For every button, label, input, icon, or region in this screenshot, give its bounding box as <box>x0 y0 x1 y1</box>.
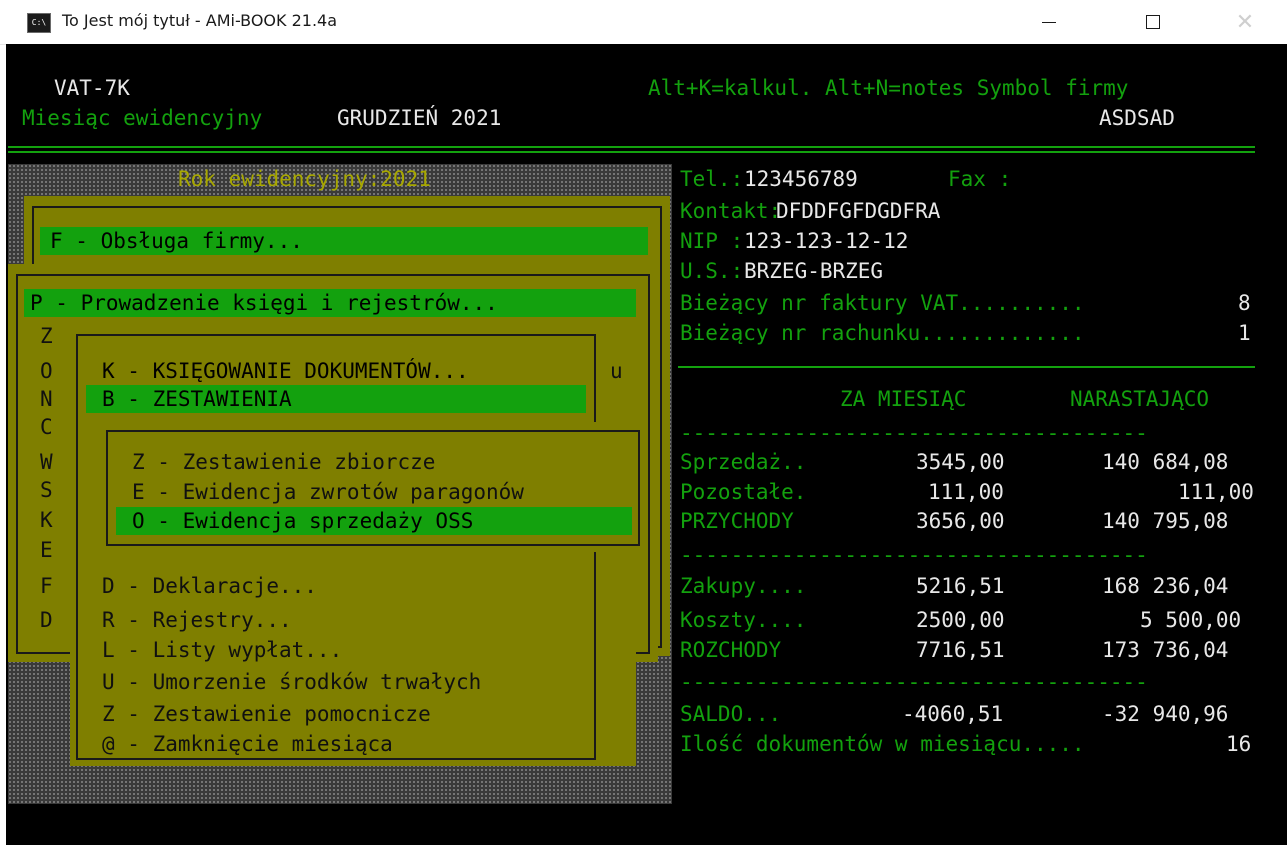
row-label-saldo: SALDO... <box>680 702 782 726</box>
tel-label: Tel.: <box>680 167 744 191</box>
bill-number-value: 1 <box>1238 321 1251 345</box>
row-month-koszty: 2500,00 <box>916 608 1005 632</box>
us-label: U.S.: <box>680 259 744 283</box>
row-label-sprzedaz: Sprzedaż.. <box>680 450 807 474</box>
invoice-number-value: 8 <box>1238 291 1251 315</box>
row-label-przychody: PRZYCHODY <box>680 509 794 533</box>
company-symbol: ASDSAD <box>1099 106 1175 130</box>
tel-value: 123456789 <box>744 167 858 191</box>
menu-letter-d[interactable]: D <box>40 606 53 634</box>
row-cum-rozchody: 173 736,04 <box>1102 638 1229 662</box>
menu-item-umorzenie[interactable]: U - Umorzenie środków trwałych <box>102 668 481 696</box>
menu-letter-f[interactable]: F <box>40 572 53 600</box>
window-title: To Jest mój tytuł - AMi-BOOK 21.4a <box>62 11 338 30</box>
row-cum-przychody: 140 795,08 <box>1102 509 1229 533</box>
menu-item-obsluga-firmy[interactable]: F - Obsługa firmy... <box>50 227 303 255</box>
row-month-sprzedaz: 3545,00 <box>916 450 1005 474</box>
column-header-month: ZA MIESIĄC <box>840 387 967 411</box>
row-cum-sprzedaz: 140 684,08 <box>1102 450 1229 474</box>
menu-letter-s[interactable]: S <box>40 476 53 504</box>
separator-line: ------------------------------------- <box>680 421 1148 445</box>
menu-letter-u: u <box>610 359 623 383</box>
column-header-cumulative: NARASTAJĄCO <box>1070 387 1210 411</box>
nip-label: NIP : <box>680 229 744 253</box>
menu-item-zestawienie-pomocnicze[interactable]: Z - Zestawienie pomocnicze <box>102 700 431 728</box>
month-value: GRUDZIEŃ 2021 <box>337 106 502 130</box>
us-value: BRZEG-BRZEG <box>744 259 884 283</box>
console-window: VAT-7K Alt+K=kalkul. Alt+N=notes Symbol … <box>6 44 1287 845</box>
console-app-icon[interactable]: C:\ <box>27 13 51 33</box>
contact-value: DFDDFGFDGDFRA <box>776 199 941 223</box>
row-month-pozostale: 111,00 <box>928 480 1004 504</box>
row-label-koszty: Koszty.... <box>680 608 807 632</box>
nip-value: 123-123-12-12 <box>744 229 909 253</box>
menu-item-zestawienie-zbiorcze[interactable]: Z - Zestawienie zbiorcze <box>132 448 435 476</box>
row-cum-zakupy: 168 236,04 <box>1102 574 1229 598</box>
row-month-zakupy: 5216,51 <box>916 574 1005 598</box>
menu-letter-c[interactable]: C <box>40 413 53 441</box>
month-label: Miesiąc ewidencyjny <box>22 106 263 130</box>
separator-line: ------------------------------------- <box>680 543 1148 567</box>
title-bar: C:\ To Jest mój tytuł - AMi-BOOK 21.4a ✕ <box>0 0 1287 45</box>
menu-letter-k[interactable]: K <box>40 506 53 534</box>
row-label-rozchody: ROZCHODY <box>680 638 782 662</box>
year-label: Rok ewidencyjny:2021 <box>178 167 431 191</box>
menu-item-listy-wyplat[interactable]: L - Listy wypłat... <box>102 636 342 664</box>
row-month-rozchody: 7716,51 <box>916 638 1005 662</box>
row-label-zakupy: Zakupy.... <box>680 574 807 598</box>
menu-item-prowadzenie-ksiegi[interactable]: P - Prowadzenie księgi i rejestrów... <box>30 289 498 317</box>
menu-letter-z[interactable]: Z <box>40 322 53 350</box>
row-label-pozostale: Pozostałe. <box>680 480 807 504</box>
info-divider <box>678 366 1255 368</box>
maximize-icon <box>1146 15 1160 29</box>
menu-item-zamkniecie-miesiaca[interactable]: @ - Zamknięcie miesiąca <box>102 730 393 758</box>
menu-letter-o[interactable]: O <box>40 357 53 385</box>
doc-count-label: Ilość dokumentów w miesiącu..... <box>680 732 1085 756</box>
minimize-button[interactable] <box>1020 0 1078 44</box>
contact-label: Kontakt: <box>680 199 782 223</box>
menu-letter-n[interactable]: N <box>40 385 53 413</box>
menu-letter-e[interactable]: E <box>40 536 53 564</box>
separator-line: ------------------------------------- <box>680 670 1148 694</box>
maximize-button[interactable] <box>1124 0 1182 44</box>
row-cum-pozostale: 111,00 <box>1178 480 1254 504</box>
menu-item-deklaracje[interactable]: D - Deklaracje... <box>102 572 317 600</box>
menu-item-ewidencja-zwrotow[interactable]: E - Ewidencja zwrotów paragonów <box>132 478 524 506</box>
row-cum-saldo: -32 940,96 <box>1102 702 1229 726</box>
header-divider <box>8 146 1255 153</box>
row-month-saldo: -4060,51 <box>902 702 1004 726</box>
menu-item-ewidencja-oss[interactable]: O - Ewidencja sprzedaży OSS <box>132 507 473 535</box>
menu-item-rejestry[interactable]: R - Rejestry... <box>102 606 292 634</box>
row-cum-koszty: 5 500,00 <box>1140 608 1242 632</box>
menu-item-ksiegowanie[interactable]: K - KSIĘGOWANIE DOKUMENTÓW... <box>102 357 469 385</box>
shortcut-hint: Alt+K=kalkul. Alt+N=notes Symbol firmy <box>648 76 1129 100</box>
doc-count-value: 16 <box>1226 732 1252 756</box>
bill-number-label: Bieżący nr rachunku............. <box>680 321 1085 345</box>
close-button[interactable]: ✕ <box>1216 0 1274 44</box>
minimize-icon <box>1042 21 1056 23</box>
menu-item-zestawienia[interactable]: B - ZESTAWIENIA <box>102 385 292 413</box>
form-name: VAT-7K <box>54 76 130 100</box>
close-icon: ✕ <box>1235 9 1255 35</box>
row-month-przychody: 3656,00 <box>916 509 1005 533</box>
invoice-number-label: Bieżący nr faktury VAT.......... <box>680 291 1085 315</box>
fax-label: Fax : <box>948 167 1012 191</box>
menu-letter-w[interactable]: W <box>40 448 53 476</box>
